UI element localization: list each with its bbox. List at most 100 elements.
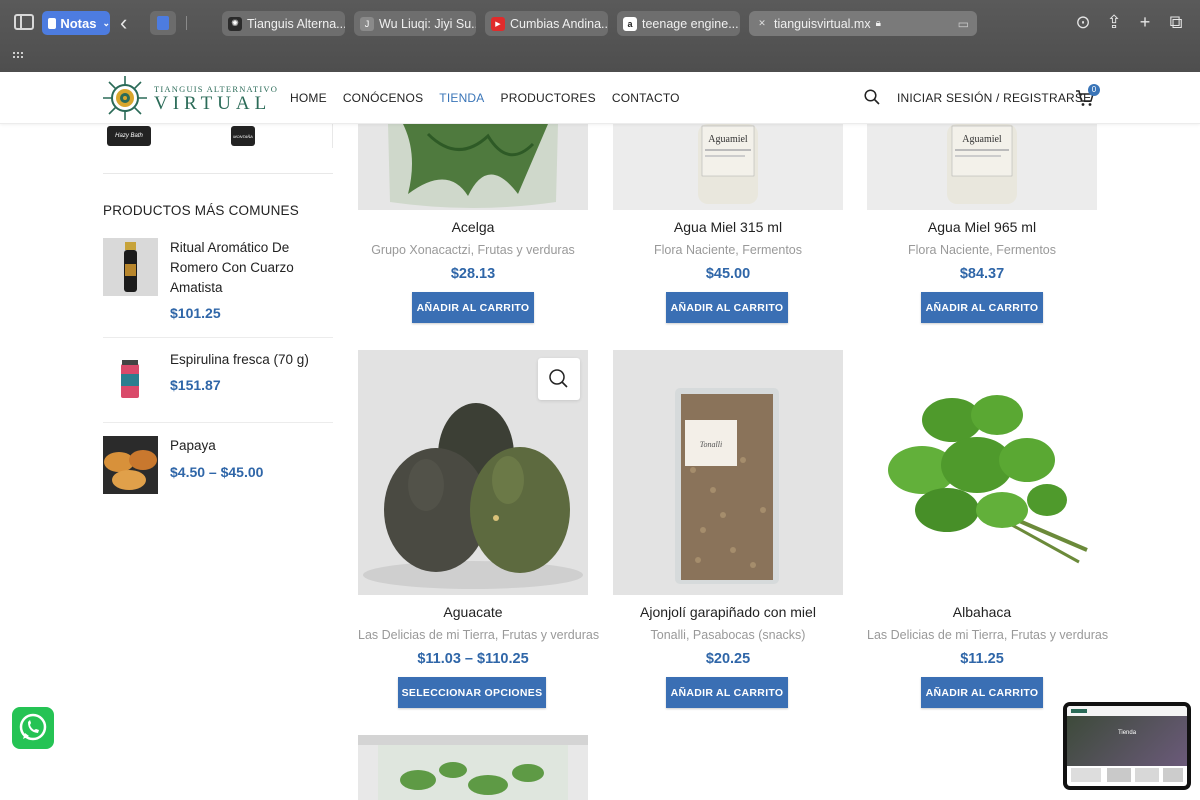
category-link[interactable]: Las Delicias de mi Tierra — [867, 628, 1004, 642]
product-price: $11.03 – $110.25 — [417, 651, 529, 667]
tab-overview-icon[interactable]: ⧉ — [1165, 12, 1187, 33]
nav-contacto[interactable]: CONTACTO — [612, 91, 680, 105]
product-image[interactable] — [358, 124, 588, 210]
category-link[interactable]: Pasabocas (snacks) — [693, 628, 806, 642]
product-price: $151.87 — [170, 377, 221, 393]
tab-amazon[interactable]: a teenage engine... — [617, 11, 740, 36]
tab-current-url[interactable]: ✕ tianguisvirtual.mx 🔒︎ ▭ — [749, 11, 977, 36]
category-link[interactable]: Frutas y verduras — [502, 628, 599, 642]
category-link[interactable]: Flora Naciente — [908, 243, 989, 257]
product-image[interactable]: Aguamiel — [867, 124, 1097, 210]
add-to-cart-button[interactable]: AÑADIR AL CARRITO — [666, 292, 788, 323]
add-to-cart-button[interactable]: AÑADIR AL CARRITO — [921, 292, 1043, 323]
product-name-link[interactable]: Acelga — [358, 219, 588, 235]
nav-home[interactable]: HOME — [290, 91, 327, 105]
sidebar-item-divider — [103, 337, 333, 338]
category-link[interactable]: Frutas y verduras — [1011, 628, 1108, 642]
product-name-link[interactable]: Albahaca — [867, 604, 1097, 620]
product-image[interactable]: Aguamiel — [613, 124, 843, 210]
product-price: $45.00 — [705, 266, 751, 282]
product-price: $11.25 — [960, 651, 1004, 667]
cart-count-badge: 0 — [1088, 84, 1100, 96]
quick-view-button[interactable] — [538, 358, 580, 400]
select-options-button[interactable]: SELECCIONAR OPCIONES — [398, 677, 546, 708]
product-thumbnail[interactable] — [103, 350, 158, 408]
whatsapp-chat-button[interactable] — [12, 707, 54, 749]
add-to-cart-button[interactable]: AÑADIR AL CARRITO — [412, 292, 534, 323]
category-link[interactable]: Fermentos — [742, 243, 802, 257]
login-register-link[interactable]: INICIAR SESIÓN / REGISTRARSE — [897, 91, 1091, 105]
sidebar-item-divider — [103, 422, 333, 423]
site-settings-icon[interactable]: ▭ — [958, 17, 969, 31]
product-name-link[interactable]: Papaya — [170, 436, 330, 456]
new-tab-icon[interactable]: + — [1134, 12, 1156, 33]
product-image[interactable] — [358, 350, 588, 595]
nav-productores[interactable]: PRODUCTORES — [501, 91, 596, 105]
add-to-cart-button[interactable]: AÑADIR AL CARRITO — [666, 677, 788, 708]
product-image[interactable] — [867, 350, 1097, 595]
share-icon[interactable]: ⇪ — [1103, 12, 1125, 33]
main-nav: HOME CONÓCENOS TIENDA PRODUCTORES CONTAC… — [290, 91, 696, 105]
site-header: TIANGUIS ALTERNATIVO VIRTUAL HOME CONÓCE… — [0, 72, 1200, 124]
brand-logo-hazy-bath[interactable]: Hazy Bath — [107, 126, 151, 146]
bag-label: Tonalli — [700, 440, 722, 449]
category-link[interactable]: Tonalli — [651, 628, 686, 642]
product-name-link[interactable]: Agua Miel 965 ml — [867, 219, 1097, 235]
aguamiel-bottle-image: Aguamiel — [867, 124, 1097, 210]
product-categories: Tonalli, Pasabocas (snacks) — [650, 628, 806, 642]
sidebar-divider — [103, 173, 333, 174]
product-image[interactable] — [358, 735, 588, 800]
category-link[interactable]: Fermentos — [996, 243, 1056, 257]
bottle-image — [103, 238, 158, 296]
download-icon[interactable]: ⊙ — [1072, 12, 1094, 33]
tab-cumbias[interactable]: ▶ Cumbias Andina... — [485, 11, 608, 36]
close-tab-icon[interactable]: ✕ — [755, 17, 769, 31]
product-name-link[interactable]: Ajonjolí garapiñado con miel — [613, 604, 843, 620]
brand-logo-montana[interactable]: MONTAÑA — [231, 126, 255, 146]
reader-icon[interactable] — [150, 11, 176, 35]
add-to-cart-button[interactable]: AÑADIR AL CARRITO — [921, 677, 1043, 708]
nav-tienda[interactable]: TIENDA — [439, 91, 484, 105]
tab-title: Wu Liuqi: Jiyi Su... — [379, 16, 476, 31]
category-link[interactable]: Grupo Xonacactzi — [371, 243, 470, 257]
bottle-label: Aguamiel — [962, 134, 1002, 145]
category-link[interactable]: Frutas y verduras — [478, 243, 575, 257]
screenshot-preview-thumbnail[interactable]: Tienda — [1063, 702, 1191, 790]
notes-icon — [48, 17, 57, 29]
product-name-link[interactable]: Ritual Aromático De Romero Con Cuarzo Am… — [170, 238, 330, 298]
product-price: $101.25 — [170, 305, 221, 321]
chard-bag-image — [358, 124, 588, 210]
product-name-link[interactable]: Agua Miel 315 ml — [613, 219, 843, 235]
tab-group-notes[interactable]: Notas ⌄ — [42, 11, 110, 35]
product-categories: Las Delicias de mi Tierra, Frutas y verd… — [358, 628, 600, 642]
sesame-bag-image: Tonalli — [613, 350, 843, 595]
sidebar-toggle-icon[interactable] — [14, 14, 34, 30]
back-icon[interactable]: ‹ — [120, 10, 127, 36]
category-link[interactable]: Las Delicias de mi Tierra — [358, 628, 495, 642]
product-name-link[interactable]: Aguacate — [358, 604, 588, 620]
browser-toolbar: Notas ⌄ ‹ ✺ Tianguis Alterna... J Wu Liu… — [0, 0, 1200, 72]
product-price: $20.25 — [705, 651, 751, 667]
product-image[interactable]: Tonalli — [613, 350, 843, 595]
product-name-link[interactable]: Espirulina fresca (70 g) — [170, 350, 330, 370]
preview-image: Tienda — [1067, 706, 1187, 786]
tab-wu-liuqi[interactable]: J Wu Liuqi: Jiyi Su... — [354, 11, 476, 36]
logo-wordmark: VIRTUAL — [154, 93, 272, 114]
whatsapp-icon — [19, 713, 47, 741]
tianguis-favicon-icon: ✺ — [228, 16, 242, 31]
chevron-down-icon: ⌄ — [102, 17, 110, 28]
amazon-favicon-icon: a — [623, 16, 637, 31]
product-thumbnail[interactable] — [103, 238, 158, 296]
tab-tianguis[interactable]: ✺ Tianguis Alterna... — [222, 11, 345, 36]
product-price: $84.37 — [959, 266, 1005, 282]
category-link[interactable]: Flora Naciente — [654, 243, 735, 257]
search-icon[interactable] — [864, 89, 880, 105]
product-thumbnail[interactable] — [103, 436, 158, 494]
favorites-grid-icon[interactable] — [13, 52, 25, 62]
lock-icon: 🔒︎ — [875, 18, 881, 29]
product-categories: Flora Naciente, Fermentos — [908, 243, 1056, 257]
tab-title: Cumbias Andina... — [510, 16, 608, 31]
nav-conocenos[interactable]: CONÓCENOS — [343, 91, 423, 105]
tab-title: Tianguis Alterna... — [247, 16, 345, 31]
logo-icon[interactable] — [103, 76, 147, 120]
